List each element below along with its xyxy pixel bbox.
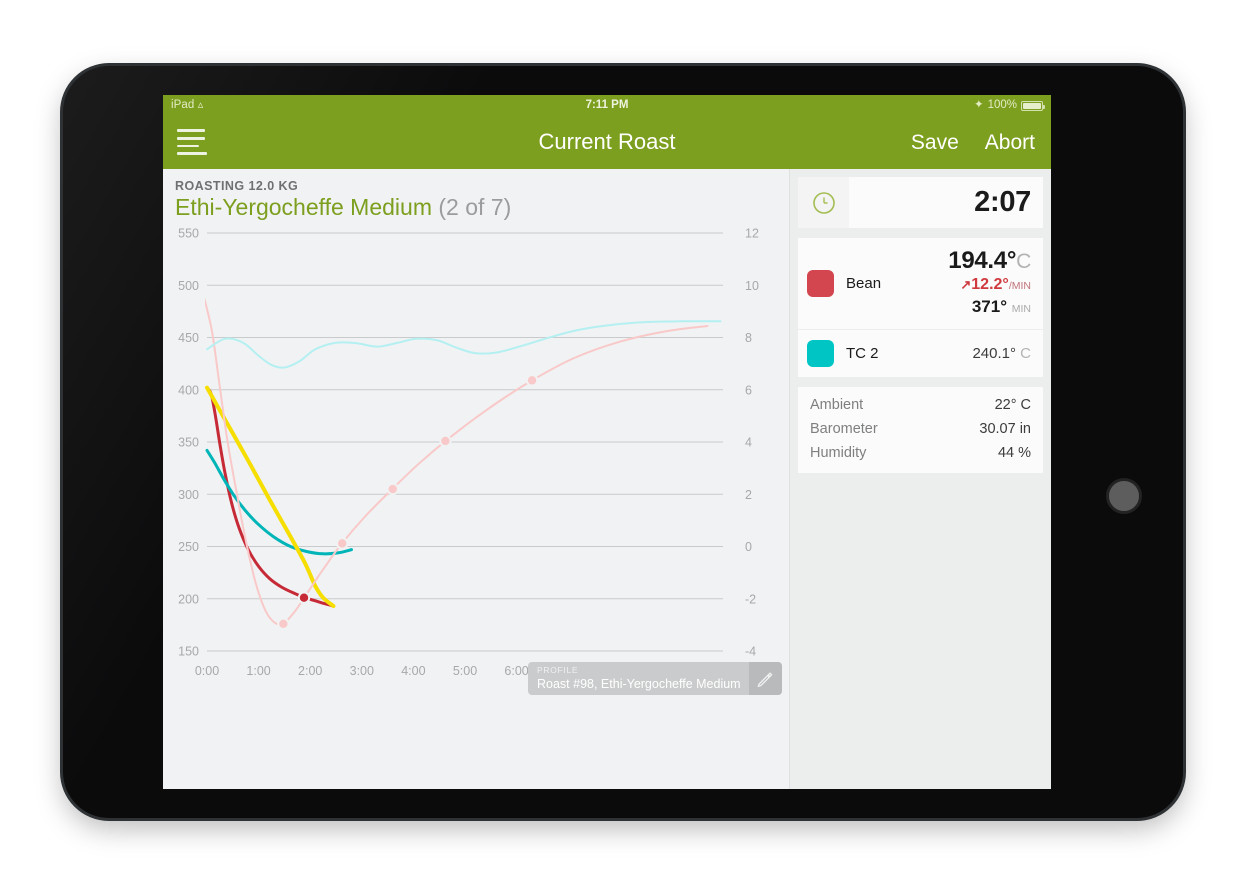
y-axis-right-tick: 4 xyxy=(745,436,752,450)
humidity-label: Humidity xyxy=(810,445,867,461)
chart-data-point[interactable] xyxy=(525,374,539,387)
humidity-value: 44 % xyxy=(997,445,1031,461)
battery-icon xyxy=(1021,100,1045,111)
y-axis-right-tick: 6 xyxy=(745,383,752,397)
bean-total-unit: MIN xyxy=(1011,303,1031,315)
bean-temperature-unit: C xyxy=(1016,250,1031,273)
chart-y-axis-right-labels: 12 10 8 6 4 2 0 -2 -4 xyxy=(745,227,759,659)
x-axis-tick: 0:00 xyxy=(195,664,219,678)
x-axis-tick: 2:00 xyxy=(298,664,322,678)
tc2-temperature-value: 240.1° xyxy=(972,345,1016,362)
abort-button[interactable]: Abort xyxy=(985,131,1035,155)
y-axis-left-tick: 500 xyxy=(178,279,199,293)
bean-total-rise: 371° MIN xyxy=(948,296,1031,320)
profile-chip-text: PROFILE Roast #98, Ethi-Yergocheffe Medi… xyxy=(528,662,749,695)
tc2-temperature: 240.1° C xyxy=(972,345,1031,362)
roast-batch-index: (2 of 7) xyxy=(438,194,512,220)
roast-name-line: Ethi-Yergocheffe Medium (2 of 7) xyxy=(175,194,789,221)
chart-line-previous-roast-rate-of-rise-ghost xyxy=(206,320,722,369)
chart-data-point[interactable] xyxy=(439,434,452,448)
profile-chip-label: PROFILE xyxy=(537,665,579,675)
bean-probe-label: Bean xyxy=(846,275,882,292)
probe-card: Bean 194.4°C ↗12.2°/MIN 371° MIN TC 2 24… xyxy=(798,238,1043,377)
y-axis-left-tick: 150 xyxy=(178,645,199,659)
roast-heading: ROASTING 12.0 KG Ethi-Yergocheffe Medium… xyxy=(163,169,789,221)
chart-data-point[interactable] xyxy=(386,482,399,496)
probe-row-bean[interactable]: Bean 194.4°C ↗12.2°/MIN 371° MIN xyxy=(798,238,1043,329)
bean-rate-of-rise: ↗12.2°/MIN xyxy=(948,275,1031,296)
roast-chart[interactable]: 550 500 450 400 350 300 250 200 150 12 10 8 6 4 2 0 -2 -… xyxy=(163,225,789,695)
bean-readouts: 194.4°C ↗12.2°/MIN 371° MIN xyxy=(948,247,1031,320)
tc2-probe-label: TC 2 xyxy=(846,345,879,362)
y-axis-left-tick: 250 xyxy=(178,540,199,554)
x-axis-tick: 5:00 xyxy=(453,664,477,678)
bluetooth-icon: ✦ xyxy=(973,99,984,111)
ambient-label: Ambient xyxy=(810,397,864,413)
y-axis-right-tick: 12 xyxy=(745,227,759,241)
environment-row-barometer: Barometer 30.07 in xyxy=(810,417,1031,441)
timer-card: 2:07 xyxy=(798,177,1043,228)
y-axis-right-tick: 10 xyxy=(745,279,759,293)
chart-data-point[interactable] xyxy=(277,617,290,631)
y-axis-right-tick: 2 xyxy=(745,488,752,502)
readout-pane: 2:07 Bean 194.4°C ↗12.2°/MIN 371° MIN TC… xyxy=(789,169,1051,789)
y-axis-right-tick: -2 xyxy=(745,592,756,606)
y-axis-left-tick: 550 xyxy=(178,227,199,241)
bean-ror-unit: /MIN xyxy=(1008,280,1031,292)
x-axis-tick: 3:00 xyxy=(350,664,374,678)
x-axis-tick: 6:00 xyxy=(504,664,528,678)
main-content: ROASTING 12.0 KG Ethi-Yergocheffe Medium… xyxy=(163,169,1051,789)
tc2-color-swatch xyxy=(807,340,834,367)
profile-chip[interactable]: PROFILE Roast #98, Ethi-Yergocheffe Medi… xyxy=(528,662,782,695)
bean-ror-value: 12.2° xyxy=(971,276,1009,293)
y-axis-left-tick: 200 xyxy=(178,592,199,606)
roast-chart-svg: 550 500 450 400 350 300 250 200 150 12 10 8 6 4 2 0 -2 -… xyxy=(178,227,759,679)
elapsed-time-value: 2:07 xyxy=(974,186,1031,218)
y-axis-right-tick: -4 xyxy=(745,645,756,659)
battery-percent-label: 100% xyxy=(987,99,1017,111)
chart-data-point[interactable] xyxy=(297,591,311,604)
clock-icon xyxy=(798,177,849,228)
profile-chip-value: Roast #98, Ethi-Yergocheffe Medium xyxy=(537,677,741,691)
barometer-label: Barometer xyxy=(810,421,878,437)
bean-total-value: 371° xyxy=(971,297,1008,316)
ambient-value: 22° C xyxy=(994,397,1031,413)
probe-row-tc2[interactable]: TC 2 240.1° C xyxy=(798,329,1043,377)
chart-series xyxy=(205,298,722,626)
environment-row-ambient: Ambient 22° C xyxy=(810,393,1031,417)
bean-color-swatch xyxy=(807,270,834,297)
ios-status-bar: iPad ▵ 7:11 PM ✦ 100% xyxy=(163,95,1051,116)
environment-row-humidity: Humidity 44 % xyxy=(810,441,1031,465)
bean-temperature-value: 194.4° xyxy=(948,247,1017,274)
pencil-edit-icon[interactable] xyxy=(748,662,782,695)
ipad-device-frame: iPad ▵ 7:11 PM ✦ 100% Current Roast Save… xyxy=(63,66,1183,818)
y-axis-right-tick: 8 xyxy=(745,331,752,345)
bean-temperature: 194.4°C xyxy=(948,247,1031,275)
chart-line-profile-target-yellow xyxy=(205,385,336,609)
y-axis-left-tick: 300 xyxy=(178,488,199,502)
chart-data-point[interactable] xyxy=(335,537,349,550)
chart-y-axis-left-labels: 550 500 450 400 350 300 250 200 150 xyxy=(178,227,199,659)
navigation-bar: Current Roast Save Abort xyxy=(163,116,1051,169)
y-axis-left-tick: 400 xyxy=(178,383,199,397)
y-axis-left-tick: 450 xyxy=(178,331,199,345)
chart-line-tc-2-temperature-live xyxy=(205,448,353,556)
x-axis-tick: 1:00 xyxy=(246,664,270,678)
trend-up-arrow-icon: ↗ xyxy=(960,277,972,292)
environment-card: Ambient 22° C Barometer 30.07 in Humidit… xyxy=(798,387,1043,473)
chart-pane: ROASTING 12.0 KG Ethi-Yergocheffe Medium… xyxy=(163,169,789,789)
y-axis-right-tick: 0 xyxy=(745,540,752,554)
save-button[interactable]: Save xyxy=(911,131,959,155)
nav-actions: Save Abort xyxy=(911,131,1035,155)
app-screen: iPad ▵ 7:11 PM ✦ 100% Current Roast Save… xyxy=(163,95,1051,789)
roast-weight-label: ROASTING 12.0 KG xyxy=(175,179,299,193)
tc2-temperature-unit: C xyxy=(1020,345,1031,362)
x-axis-tick: 4:00 xyxy=(401,664,425,678)
barometer-value: 30.07 in xyxy=(979,421,1031,437)
status-bar-clock: 7:11 PM xyxy=(585,99,629,111)
y-axis-left-tick: 350 xyxy=(178,436,199,450)
status-bar-right: ✦ 100% xyxy=(973,95,1045,116)
home-button[interactable] xyxy=(1106,478,1142,514)
roast-name: Ethi-Yergocheffe Medium xyxy=(175,194,432,220)
